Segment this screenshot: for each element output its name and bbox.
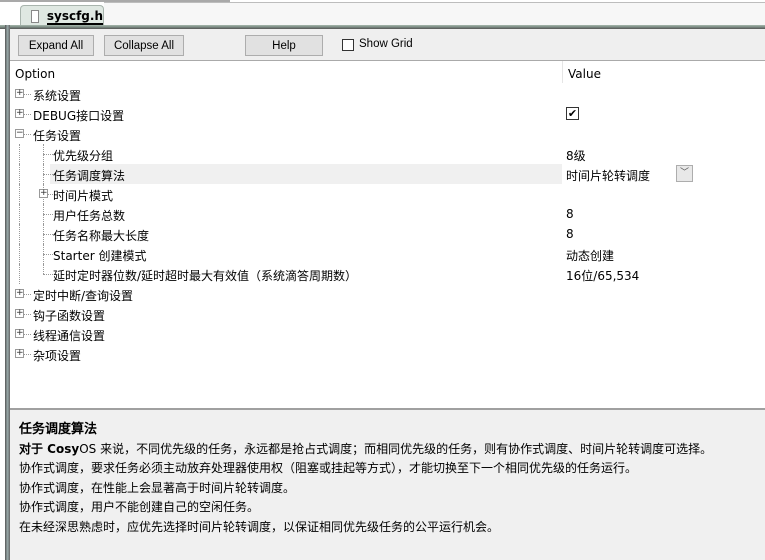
column-header-option[interactable]: Option <box>15 67 55 81</box>
tree-row[interactable]: 用户任务总数 8 <box>10 204 765 224</box>
tree-connector <box>19 144 20 164</box>
column-header-value[interactable]: Value <box>568 67 601 81</box>
option-label: 任务调度算法 <box>53 169 126 183</box>
tree-connector <box>19 244 20 264</box>
expand-icon[interactable]: + <box>15 349 24 358</box>
tab-label: syscfg.h <box>46 8 103 25</box>
tree-connector <box>43 204 44 224</box>
tree-connector <box>19 184 20 204</box>
tree-connector <box>19 164 20 184</box>
tree-row[interactable]: + 系统设置 <box>10 84 765 104</box>
tree-connector <box>43 234 53 235</box>
description-lead: 对于 Cosy <box>19 441 80 456</box>
options-tree: Option Value + 系统设置 + DEBUG接口设置 ✔ − 任务设置优先级分组 8… <box>10 61 765 408</box>
option-label: 时间片模式 <box>53 189 114 203</box>
option-label: 杂项设置 <box>33 349 82 363</box>
option-label: 定时中断/查询设置 <box>33 289 134 303</box>
tree-row[interactable]: + 钩子函数设置 <box>10 304 765 324</box>
tree-connector <box>43 274 53 275</box>
tree-connector <box>24 94 31 95</box>
option-label: Starter 创建模式 <box>53 249 147 263</box>
option-label: 任务设置 <box>33 129 82 143</box>
expand-all-button[interactable]: Expand All <box>18 35 94 56</box>
option-value[interactable]: 时间片轮转调度 <box>566 167 650 184</box>
tree-row[interactable]: + DEBUG接口设置 ✔ <box>10 104 765 124</box>
toolbar: Expand All Collapse All Help Show Grid <box>10 29 765 61</box>
tree-row[interactable]: 延时定时器位数/延时超时最大有效值（系统滴答周期数） 16位/65,534 <box>10 264 765 284</box>
option-value: 动态创建 <box>566 249 615 263</box>
tab-bar: syscfg.h <box>0 2 765 27</box>
tree-row[interactable]: 任务调度算法 时间片轮转调度 ﹀ <box>10 164 765 184</box>
tree-row[interactable]: + 杂项设置 <box>10 344 765 364</box>
tree-connector <box>43 264 44 274</box>
tree-connector <box>43 214 53 215</box>
tree-connector <box>43 254 53 255</box>
value-checkbox[interactable]: ✔ <box>566 107 579 120</box>
tree-connector <box>19 224 20 244</box>
expand-icon[interactable]: + <box>15 109 24 118</box>
option-label: DEBUG接口设置 <box>33 109 125 123</box>
tab-bar-empty <box>104 2 765 25</box>
tree-connector <box>19 264 20 284</box>
file-icon <box>31 10 39 23</box>
expand-icon[interactable]: + <box>15 289 24 298</box>
tree-connector <box>24 314 31 315</box>
description-line: 协作式调度，用户不能创建自己的空闲任务。 <box>19 500 260 514</box>
tree-connector <box>24 294 31 295</box>
tree-connector <box>43 174 53 175</box>
chevron-down-icon[interactable]: ﹀ <box>676 165 693 182</box>
option-label: 任务名称最大长度 <box>53 229 150 243</box>
tree-connector <box>24 354 31 355</box>
tab-syscfg-h[interactable]: syscfg.h <box>20 5 104 27</box>
option-label: 延时定时器位数/延时超时最大有效值（系统滴答周期数） <box>53 269 358 283</box>
column-divider[interactable] <box>562 61 563 83</box>
expand-icon[interactable]: + <box>15 329 24 338</box>
tree-connector <box>43 154 53 155</box>
option-value: 8级 <box>566 149 586 163</box>
tree-connector <box>43 244 44 264</box>
description-line: 在未经深思熟虑时，应优先选择时间片轮转调度，以保证相同优先级任务的公平运行机会。 <box>19 519 500 534</box>
option-value: 8 <box>566 207 574 221</box>
description-text: OS 来说，不同优先级的任务，永远都是抢占式调度；而相同优先级的任务，则有协作式… <box>79 441 713 456</box>
selection-highlight <box>50 164 562 184</box>
expand-icon[interactable]: + <box>39 189 48 198</box>
tree-row[interactable]: Starter 创建模式 动态创建 <box>10 244 765 264</box>
tree-row[interactable]: 优先级分组 8级 <box>10 144 765 164</box>
tree-connector <box>24 334 31 335</box>
tree-connector <box>43 144 44 164</box>
tree-row[interactable]: + 线程通信设置 <box>10 324 765 344</box>
tree-row[interactable]: − 任务设置 <box>10 124 765 144</box>
tree-connector <box>24 114 31 115</box>
collapse-icon[interactable]: − <box>15 129 24 138</box>
description-panel: 任务调度算法 对于 CosyOS 来说，不同优先级的任务，永远都是抢占式调度；而… <box>10 408 765 560</box>
tree-connector <box>43 224 44 244</box>
option-label: 线程通信设置 <box>33 329 106 343</box>
description-line: 协作式调度，要求任务必须主动放弃处理器使用权（阻塞或挂起等方式），才能切换至下一… <box>19 461 638 475</box>
description-line: 对于 CosyOS 来说，不同优先级的任务，永远都是抢占式调度；而相同优先级的任… <box>19 440 765 460</box>
tree-connector <box>43 164 44 184</box>
tree-row[interactable]: 任务名称最大长度 8 <box>10 224 765 244</box>
tree-row[interactable]: + 时间片模式 <box>10 184 765 204</box>
tree-row[interactable]: + 定时中断/查询设置 <box>10 284 765 304</box>
collapse-all-button[interactable]: Collapse All <box>104 35 184 56</box>
option-label: 系统设置 <box>33 89 82 103</box>
option-label: 钩子函数设置 <box>33 309 106 323</box>
tree-connector <box>24 134 31 135</box>
expand-icon[interactable]: + <box>15 309 24 318</box>
tree-connector <box>19 204 20 224</box>
option-label: 用户任务总数 <box>53 209 126 223</box>
expand-icon[interactable]: + <box>15 89 24 98</box>
description-line: 协作式调度，在性能上会显著高于时间片轮转调度。 <box>19 480 296 495</box>
option-value: 8 <box>566 227 574 241</box>
option-value: 16位/65,534 <box>566 269 640 283</box>
show-grid-checkbox[interactable] <box>342 39 354 51</box>
show-grid-label[interactable]: Show Grid <box>359 38 413 50</box>
help-button[interactable]: Help <box>245 35 323 56</box>
option-label: 优先级分组 <box>53 149 114 163</box>
description-title: 任务调度算法 <box>19 422 98 437</box>
